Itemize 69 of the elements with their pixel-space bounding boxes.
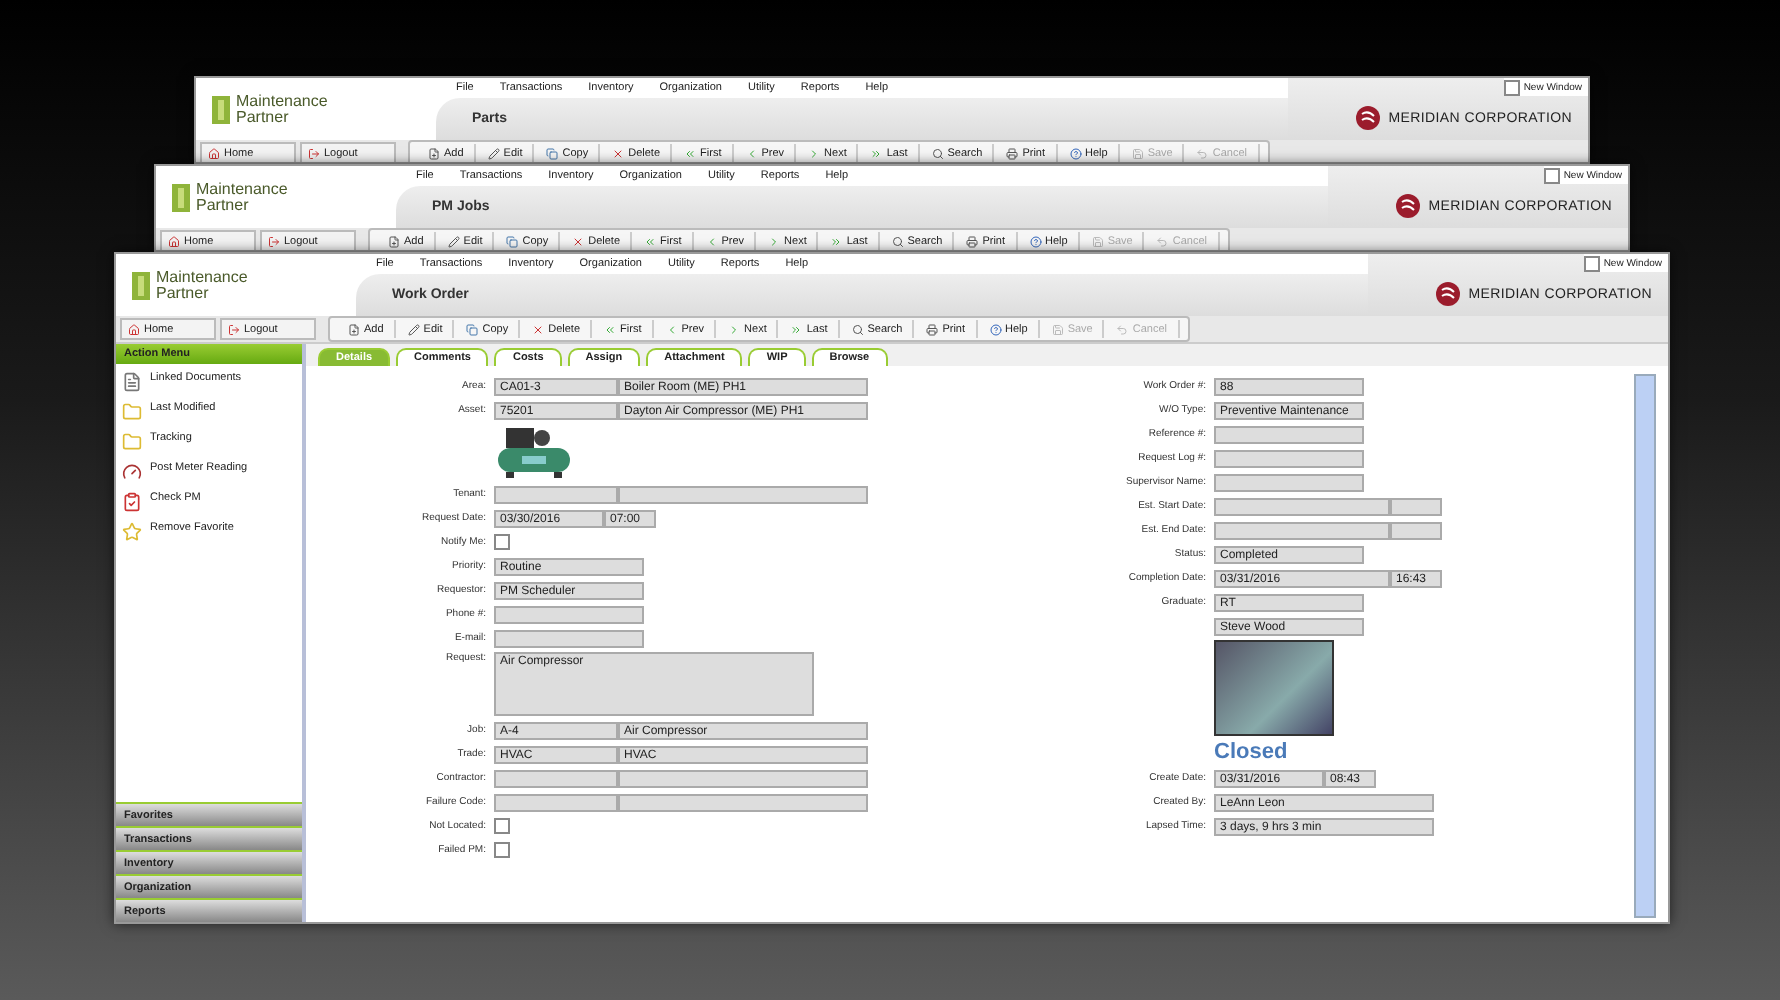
input-field[interactable] <box>1214 449 1364 467</box>
search-icon <box>931 147 944 159</box>
input-field[interactable] <box>618 793 868 811</box>
add-file-icon <box>428 147 440 159</box>
scrollbar[interactable] <box>1634 374 1656 918</box>
close-icon <box>572 235 585 247</box>
home-icon <box>168 235 180 247</box>
add-file-icon <box>388 235 400 247</box>
clipboard-icon <box>122 492 142 512</box>
checkbox[interactable] <box>494 534 510 550</box>
product-logo-text: Maintenance Partner <box>236 93 330 125</box>
folder-icon <box>122 432 142 452</box>
pencil-icon <box>487 147 500 159</box>
pencil-icon <box>447 235 460 247</box>
help-icon <box>1069 147 1082 159</box>
input-field[interactable] <box>494 485 618 503</box>
copy-icon <box>546 147 559 159</box>
save-icon <box>1051 323 1064 335</box>
logout-icon <box>228 323 240 335</box>
logo-icon <box>212 95 230 123</box>
logo-icon <box>132 271 150 299</box>
time-field[interactable] <box>1390 521 1442 539</box>
copy-icon <box>466 323 479 335</box>
double-left-arrow-icon <box>684 147 697 159</box>
printer-icon <box>966 235 979 247</box>
product-logo-text: Maintenance Partner <box>196 181 290 213</box>
help-icon <box>989 323 1002 335</box>
undo-icon <box>1116 323 1129 335</box>
time-field[interactable] <box>1390 497 1442 515</box>
printer-icon <box>926 323 939 335</box>
logo-icon <box>1436 282 1461 306</box>
search-icon <box>891 235 904 247</box>
logout-icon <box>268 235 280 247</box>
date-field[interactable] <box>1214 497 1390 515</box>
checkbox[interactable] <box>494 818 510 834</box>
logo-icon <box>1396 194 1421 218</box>
input-field[interactable] <box>494 605 644 623</box>
help-icon <box>1029 235 1042 247</box>
printer-icon <box>1006 147 1019 159</box>
add-file-icon <box>348 323 360 335</box>
product-logo-text: Maintenance Partner <box>156 269 250 301</box>
double-left-arrow-icon <box>604 323 617 335</box>
photo-placeholder <box>1214 640 1334 736</box>
pencil-icon <box>407 323 420 335</box>
input-field[interactable] <box>494 629 644 647</box>
close-icon <box>612 147 625 159</box>
home-icon <box>208 147 220 159</box>
close-icon <box>532 323 545 335</box>
status-text: Closed <box>1214 740 1288 764</box>
input-field[interactable] <box>494 793 618 811</box>
input-field[interactable] <box>494 769 618 787</box>
double-left-arrow-icon <box>644 235 657 247</box>
logo-icon <box>172 183 190 211</box>
logout-icon <box>308 147 320 159</box>
logo-icon <box>1356 106 1381 130</box>
folder-icon <box>122 402 142 422</box>
gauge-icon <box>122 462 142 482</box>
input-field[interactable] <box>1214 425 1364 443</box>
star-icon <box>122 522 142 542</box>
home-icon <box>128 323 140 335</box>
input-field[interactable] <box>618 769 868 787</box>
input-field[interactable] <box>618 485 868 503</box>
copy-icon <box>506 235 519 247</box>
input-field[interactable] <box>1214 473 1364 491</box>
document-icon <box>122 372 142 392</box>
search-icon <box>851 323 864 335</box>
compressor-drawing <box>494 424 574 480</box>
checkbox[interactable] <box>494 842 510 858</box>
date-field[interactable] <box>1214 521 1390 539</box>
